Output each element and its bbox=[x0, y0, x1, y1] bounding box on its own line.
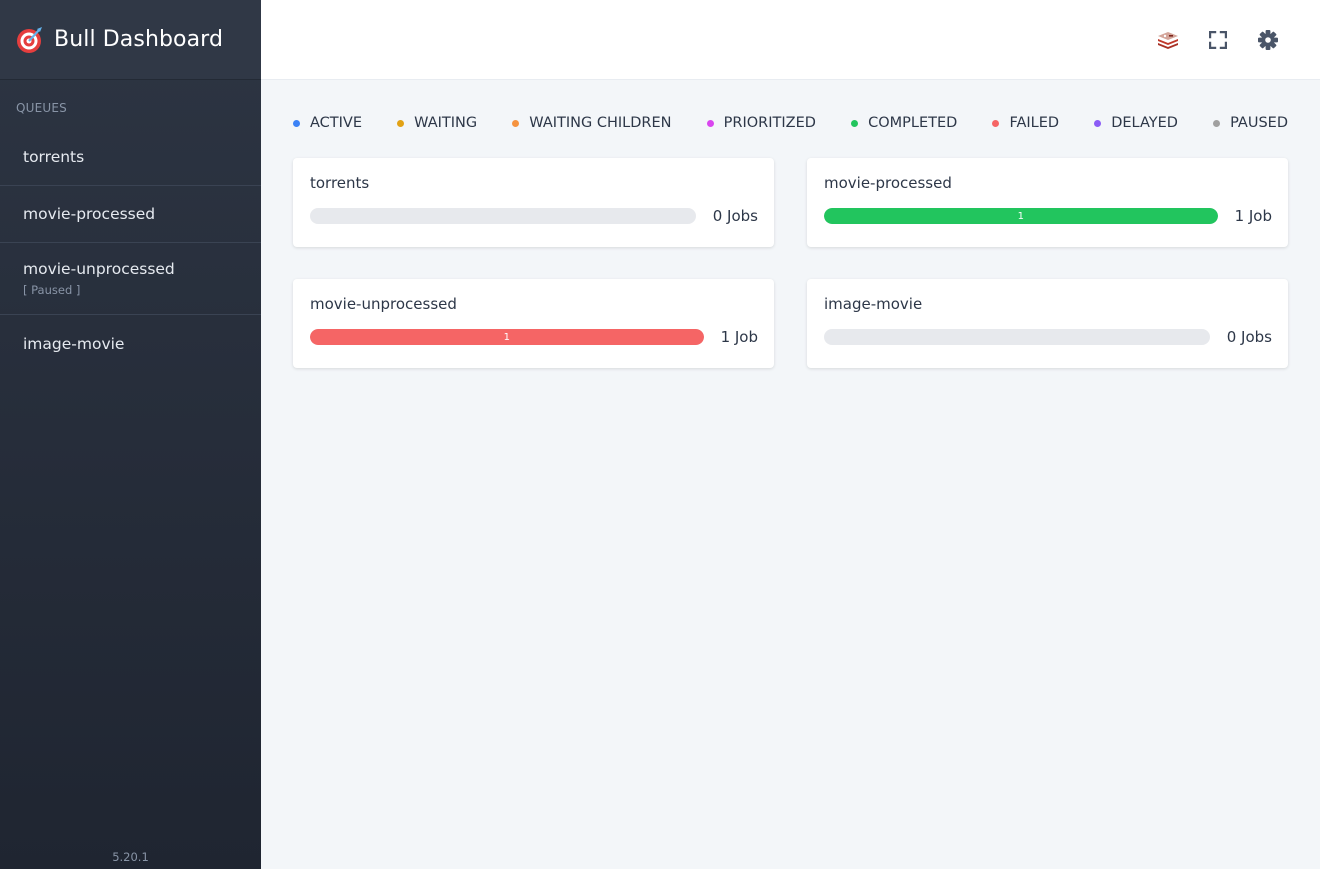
fullscreen-icon[interactable] bbox=[1206, 28, 1230, 52]
queue-progress-bar: 1 bbox=[824, 208, 1218, 224]
legend-label: COMPLETED bbox=[868, 115, 958, 131]
queue-card-torrents[interactable]: torrents 0 Jobs bbox=[293, 158, 774, 247]
job-count: 1 Job bbox=[1234, 207, 1272, 225]
legend-label: WAITING bbox=[414, 115, 478, 131]
sidebar-item-movie-processed[interactable]: movie-processed bbox=[0, 186, 261, 243]
queue-card-title: movie-processed bbox=[824, 174, 952, 192]
legend-item-waiting: WAITING bbox=[397, 115, 477, 131]
sidebar-item-image-movie[interactable]: image-movie bbox=[0, 315, 261, 372]
brand-title: Bull Dashboard bbox=[54, 27, 224, 52]
status-legend: ACTIVE WAITING WAITING CHILDREN PRIORITI… bbox=[293, 112, 1288, 134]
queue-progress-bar: 1 bbox=[310, 329, 704, 345]
header bbox=[261, 0, 1320, 80]
legend-dot-icon bbox=[992, 119, 1000, 127]
legend-dot-icon bbox=[1213, 119, 1221, 127]
legend-dot-icon bbox=[706, 119, 714, 127]
version-label: 5.20.1 bbox=[112, 850, 149, 864]
legend-label: PRIORITIZED bbox=[723, 115, 816, 131]
sidebar-item-movie-unprocessed[interactable]: movie-unprocessed [ Paused ] bbox=[0, 243, 261, 315]
job-count: 0 Jobs bbox=[1226, 328, 1272, 346]
queue-progress-bar bbox=[310, 208, 696, 224]
job-count: 1 Job bbox=[720, 328, 758, 346]
sidebar-item-label: image-movie bbox=[23, 334, 125, 353]
queue-card-title: movie-unprocessed bbox=[310, 295, 457, 313]
redis-icon[interactable] bbox=[1156, 28, 1180, 52]
sidebar-item-label: movie-processed bbox=[23, 205, 156, 223]
legend-label: DELAYED bbox=[1111, 115, 1178, 131]
legend-item-failed: FAILED bbox=[992, 115, 1059, 131]
queue-cards: torrents 0 Jobs movie-processed 1 1 Job … bbox=[293, 158, 1288, 368]
queue-progress-bar bbox=[824, 329, 1210, 345]
legend-label: ACTIVE bbox=[310, 115, 363, 131]
legend-label: WAITING CHILDREN bbox=[529, 115, 672, 131]
queues-section-label: QUEUES bbox=[16, 101, 67, 115]
legend-item-active: ACTIVE bbox=[293, 115, 362, 131]
bull-logo-icon bbox=[16, 26, 44, 54]
legend-dot-icon bbox=[397, 119, 405, 127]
brand[interactable]: Bull Dashboard bbox=[0, 0, 261, 80]
legend-item-delayed: DELAYED bbox=[1094, 115, 1178, 131]
queue-card-movie-processed[interactable]: movie-processed 1 1 Job bbox=[807, 158, 1288, 247]
queue-progress-fill: 1 bbox=[824, 208, 1218, 224]
main: ACTIVE WAITING WAITING CHILDREN PRIORITI… bbox=[261, 0, 1320, 869]
queue-list: torrents movie-processed movie-unprocess… bbox=[0, 129, 261, 372]
legend-item-prioritized: PRIORITIZED bbox=[706, 115, 816, 131]
paused-status-label: [ Paused ] bbox=[23, 283, 81, 297]
legend-item-paused: PAUSED bbox=[1213, 115, 1288, 131]
job-count: 0 Jobs bbox=[712, 207, 758, 225]
legend-label: PAUSED bbox=[1230, 115, 1288, 131]
queue-progress-fill: 1 bbox=[310, 329, 704, 345]
legend-label: FAILED bbox=[1009, 115, 1060, 131]
settings-icon[interactable] bbox=[1256, 28, 1280, 52]
sidebar-item-label: torrents bbox=[23, 148, 85, 166]
queue-card-title: image-movie bbox=[824, 295, 923, 313]
sidebar-item-torrents[interactable]: torrents bbox=[0, 129, 261, 186]
queue-card-title: torrents bbox=[310, 174, 370, 192]
legend-dot-icon bbox=[851, 119, 859, 127]
legend-item-waiting-children: WAITING CHILDREN bbox=[512, 115, 672, 131]
sidebar-item-label: movie-unprocessed bbox=[23, 260, 175, 278]
app: Bull Dashboard QUEUES torrents movie-pro… bbox=[0, 0, 1320, 869]
legend-item-completed: COMPLETED bbox=[851, 115, 957, 131]
queue-card-image-movie[interactable]: image-movie 0 Jobs bbox=[807, 279, 1288, 368]
legend-dot-icon bbox=[512, 119, 520, 127]
legend-dot-icon bbox=[1094, 119, 1102, 127]
sidebar: Bull Dashboard QUEUES torrents movie-pro… bbox=[0, 0, 261, 869]
legend-dot-icon bbox=[293, 119, 300, 127]
content: ACTIVE WAITING WAITING CHILDREN PRIORITI… bbox=[261, 80, 1320, 368]
queue-card-movie-unprocessed[interactable]: movie-unprocessed 1 1 Job bbox=[293, 279, 774, 368]
